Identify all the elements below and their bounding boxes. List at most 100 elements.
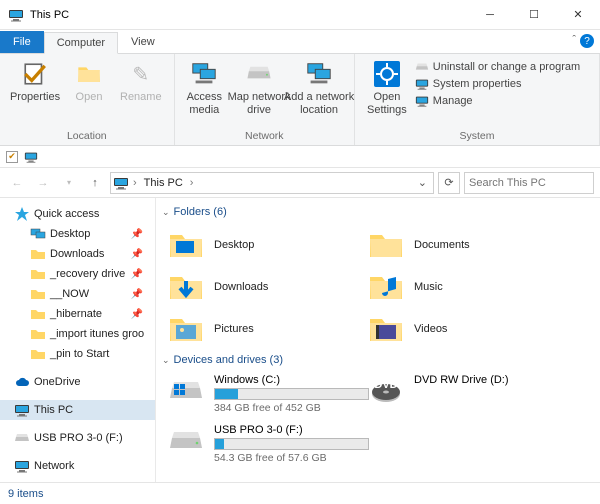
drive-label: Windows (C:) [214, 374, 369, 386]
search-box[interactable]: 🔍 [464, 172, 594, 194]
tree-desktop[interactable]: Desktop📌 [0, 224, 155, 244]
search-input[interactable] [469, 177, 600, 189]
pin-icon: 📌 [131, 309, 143, 320]
close-button[interactable]: ✕ [556, 1, 600, 29]
folder-item[interactable]: Pictures [164, 308, 364, 350]
computer-icon [24, 150, 38, 164]
chevron-down-icon: ⌄ [162, 207, 170, 218]
tree-this-pc[interactable]: This PC [0, 400, 155, 420]
drive-item[interactable]: Windows (C:)384 GB free of 452 GB [164, 372, 364, 416]
folders-header[interactable]: ⌄Folders (6) [162, 206, 592, 218]
drive-label: USB PRO 3-0 (F:) [214, 424, 369, 436]
folder-icon [368, 227, 404, 263]
address-dropdown[interactable]: ⌄ [414, 176, 431, 189]
content-pane[interactable]: ⌄Folders (6) Desktop Documents Downloads Mu… [156, 198, 600, 482]
window-title: This PC [30, 9, 468, 21]
tree-recovery[interactable]: _recovery drive📌 [0, 264, 155, 284]
drive-label: DVD RW Drive (D:) [414, 374, 560, 386]
drive-item[interactable]: DVD RW Drive (D:) [364, 372, 564, 416]
chevron-right-icon[interactable]: › [133, 177, 137, 189]
status-bar: 9 items [0, 482, 600, 504]
capacity-bar [214, 388, 369, 400]
drive-icon [368, 374, 404, 410]
option-bar: ✔ [0, 146, 600, 168]
breadcrumb[interactable]: › This PC › ⌄ [110, 172, 434, 194]
ribbon-tabs: File Computer View ˆ ? [0, 30, 600, 54]
refresh-button[interactable]: ⟳ [438, 172, 460, 194]
tree-import[interactable]: _import itunes groo [0, 324, 155, 344]
help-icon[interactable]: ? [580, 34, 594, 48]
tree-onedrive[interactable]: OneDrive [0, 372, 155, 392]
up-button[interactable]: ↑ [84, 172, 106, 194]
recent-button[interactable]: ▾ [58, 172, 80, 194]
ribbon-group-location: Properties Open ✎Rename Location [0, 54, 175, 145]
tree-network[interactable]: Network [0, 456, 155, 476]
chevron-right-icon[interactable]: › [190, 177, 194, 189]
tree-hibernate[interactable]: _hibernate📌 [0, 304, 155, 324]
minimize-button[interactable]: ─ [468, 1, 512, 29]
folder-icon [368, 311, 404, 347]
tree-pin-start[interactable]: _pin to Start [0, 344, 155, 364]
title-bar: This PC ─ ☐ ✕ [0, 0, 600, 30]
tree-now[interactable]: __NOW📌 [0, 284, 155, 304]
folder-item[interactable]: Videos [364, 308, 564, 350]
access-media-button[interactable]: Access media [181, 56, 228, 128]
tab-view[interactable]: View [118, 31, 168, 53]
tab-file[interactable]: File [0, 31, 44, 53]
system-properties-link[interactable]: System properties [415, 77, 580, 91]
pc-icon [113, 175, 129, 191]
drives-header[interactable]: ⌄Devices and drives (3) [162, 354, 592, 366]
map-drive-button[interactable]: Map network drive [230, 56, 288, 128]
chevron-down-icon: ⌄ [162, 355, 170, 366]
folder-label: Downloads [214, 281, 268, 293]
collapse-ribbon-icon[interactable]: ˆ [572, 34, 576, 46]
open-settings-button[interactable]: Open Settings [361, 56, 413, 128]
pin-icon: 📌 [131, 289, 143, 300]
properties-button[interactable]: Properties [6, 56, 64, 128]
status-text: 9 items [8, 488, 43, 500]
folder-label: Music [414, 281, 443, 293]
folder-item[interactable]: Music [364, 266, 564, 308]
forward-button[interactable]: → [32, 172, 54, 194]
folder-item[interactable]: Desktop [164, 224, 364, 266]
add-network-button[interactable]: Add a network location [290, 56, 348, 128]
uninstall-link[interactable]: Uninstall or change a program [415, 60, 580, 74]
tree-usb[interactable]: USB PRO 3-0 (F:) [0, 428, 155, 448]
maximize-button[interactable]: ☐ [512, 1, 556, 29]
tab-computer[interactable]: Computer [44, 32, 118, 54]
tree-quick-access[interactable]: Quick access [0, 204, 155, 224]
folder-icon [168, 227, 204, 263]
ribbon-group-network: Access media Map network drive Add a net… [175, 54, 355, 145]
app-icon [8, 7, 24, 23]
main: Quick access Desktop📌 Downloads📌 _recove… [0, 198, 600, 482]
drive-icon [168, 374, 204, 410]
ribbon: Properties Open ✎Rename Location Access … [0, 54, 600, 146]
folder-icon [168, 269, 204, 305]
drive-icon [168, 424, 204, 460]
folder-label: Videos [414, 323, 447, 335]
drive-free: 384 GB free of 452 GB [214, 402, 369, 414]
pin-icon: 📌 [131, 269, 143, 280]
open-button: Open [66, 56, 112, 128]
folder-icon [368, 269, 404, 305]
tree-downloads[interactable]: Downloads📌 [0, 244, 155, 264]
select-all-checkbox[interactable]: ✔ [6, 151, 18, 163]
capacity-bar [214, 438, 369, 450]
pin-icon: 📌 [131, 249, 143, 260]
nav-tree[interactable]: Quick access Desktop📌 Downloads📌 _recove… [0, 198, 156, 482]
rename-button: ✎Rename [114, 56, 168, 128]
folder-label: Documents [414, 239, 470, 251]
folder-item[interactable]: Documents [364, 224, 564, 266]
ribbon-group-system: Open Settings Uninstall or change a prog… [355, 54, 600, 145]
folder-label: Pictures [214, 323, 254, 335]
drive-free: 54.3 GB free of 57.6 GB [214, 452, 369, 464]
folder-label: Desktop [214, 239, 254, 251]
pin-icon: 📌 [131, 229, 143, 240]
manage-link[interactable]: Manage [415, 94, 580, 108]
breadcrumb-root[interactable]: This PC [141, 176, 186, 190]
folder-icon [168, 311, 204, 347]
drive-item[interactable]: USB PRO 3-0 (F:)54.3 GB free of 57.6 GB [164, 422, 364, 466]
back-button[interactable]: ← [6, 172, 28, 194]
address-bar: ← → ▾ ↑ › This PC › ⌄ ⟳ 🔍 [0, 168, 600, 198]
folder-item[interactable]: Downloads [164, 266, 364, 308]
